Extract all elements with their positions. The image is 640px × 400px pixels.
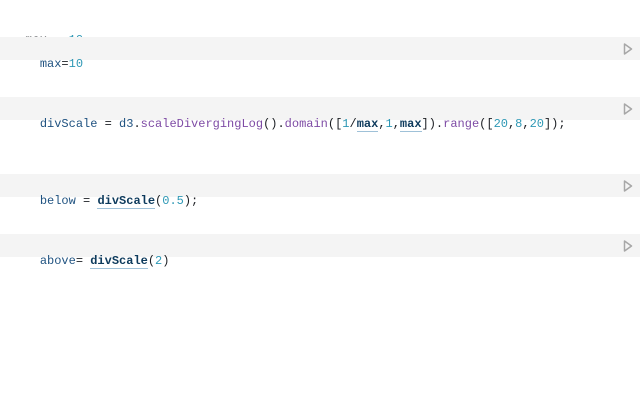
punctuation: (). [263, 117, 285, 131]
code-cell-max[interactable]: max=10 [0, 37, 640, 71]
variable-name: divScale [39, 117, 98, 131]
punctuation: , [522, 117, 530, 131]
code-line[interactable]: below = divScale(0.5); [11, 177, 198, 209]
identifier-d3: d3 [119, 117, 134, 131]
variable-name: below [39, 194, 76, 208]
number-literal: 1 [342, 117, 350, 131]
method-name: scaleDivergingLog [140, 117, 264, 131]
run-cell-button[interactable] [622, 179, 634, 193]
run-cell-button[interactable] [622, 102, 634, 116]
code-line[interactable]: max=10 [11, 40, 83, 71]
number-literal: 20 [529, 117, 544, 131]
variable-name: above [39, 254, 76, 268]
number-literal: 1 [385, 117, 393, 131]
operator: / [349, 117, 357, 131]
method-name: range [443, 117, 480, 131]
play-icon [623, 240, 633, 252]
reference-link-divscale[interactable]: divScale [90, 254, 148, 269]
code-line[interactable]: above= divScale(2) [11, 237, 169, 269]
code-line[interactable]: divScale = d3.scaleDivergingLog().domain… [11, 100, 566, 132]
number-literal: 20 [493, 117, 508, 131]
punctuation: . [133, 117, 141, 131]
code-cell-divscale[interactable]: divScale = d3.scaleDivergingLog().domain… [0, 97, 640, 132]
punctuation: ([ [479, 117, 494, 131]
operator: = [61, 57, 69, 71]
run-cell-button[interactable] [622, 239, 634, 253]
punctuation: ) [162, 254, 170, 268]
play-icon [623, 180, 633, 192]
punctuation: ]). [421, 117, 444, 131]
code-cell-below[interactable]: below = divScale(0.5); [0, 174, 640, 209]
method-name: domain [284, 117, 328, 131]
operator: = [75, 194, 98, 208]
cell-output-max: max = 10 [11, 16, 83, 47]
code-cell-above[interactable]: above= divScale(2) [0, 234, 640, 269]
punctuation: , [392, 117, 400, 131]
punctuation: ( [147, 254, 156, 268]
reference-link-divscale[interactable]: divScale [97, 194, 156, 209]
punctuation: ); [183, 194, 199, 208]
play-icon [623, 103, 633, 115]
operator: = [75, 254, 91, 268]
punctuation: ([ [327, 117, 343, 131]
play-icon [623, 43, 633, 55]
variable-name: max [39, 57, 62, 71]
reference-link-max[interactable]: max [399, 117, 422, 132]
punctuation: , [378, 117, 386, 131]
run-cell-button[interactable] [622, 42, 634, 56]
reference-link-max[interactable]: max [356, 117, 379, 132]
number-literal: 0.5 [162, 194, 184, 208]
operator: = [97, 117, 120, 131]
number-literal: 10 [68, 57, 84, 71]
punctuation: ]); [543, 117, 566, 131]
